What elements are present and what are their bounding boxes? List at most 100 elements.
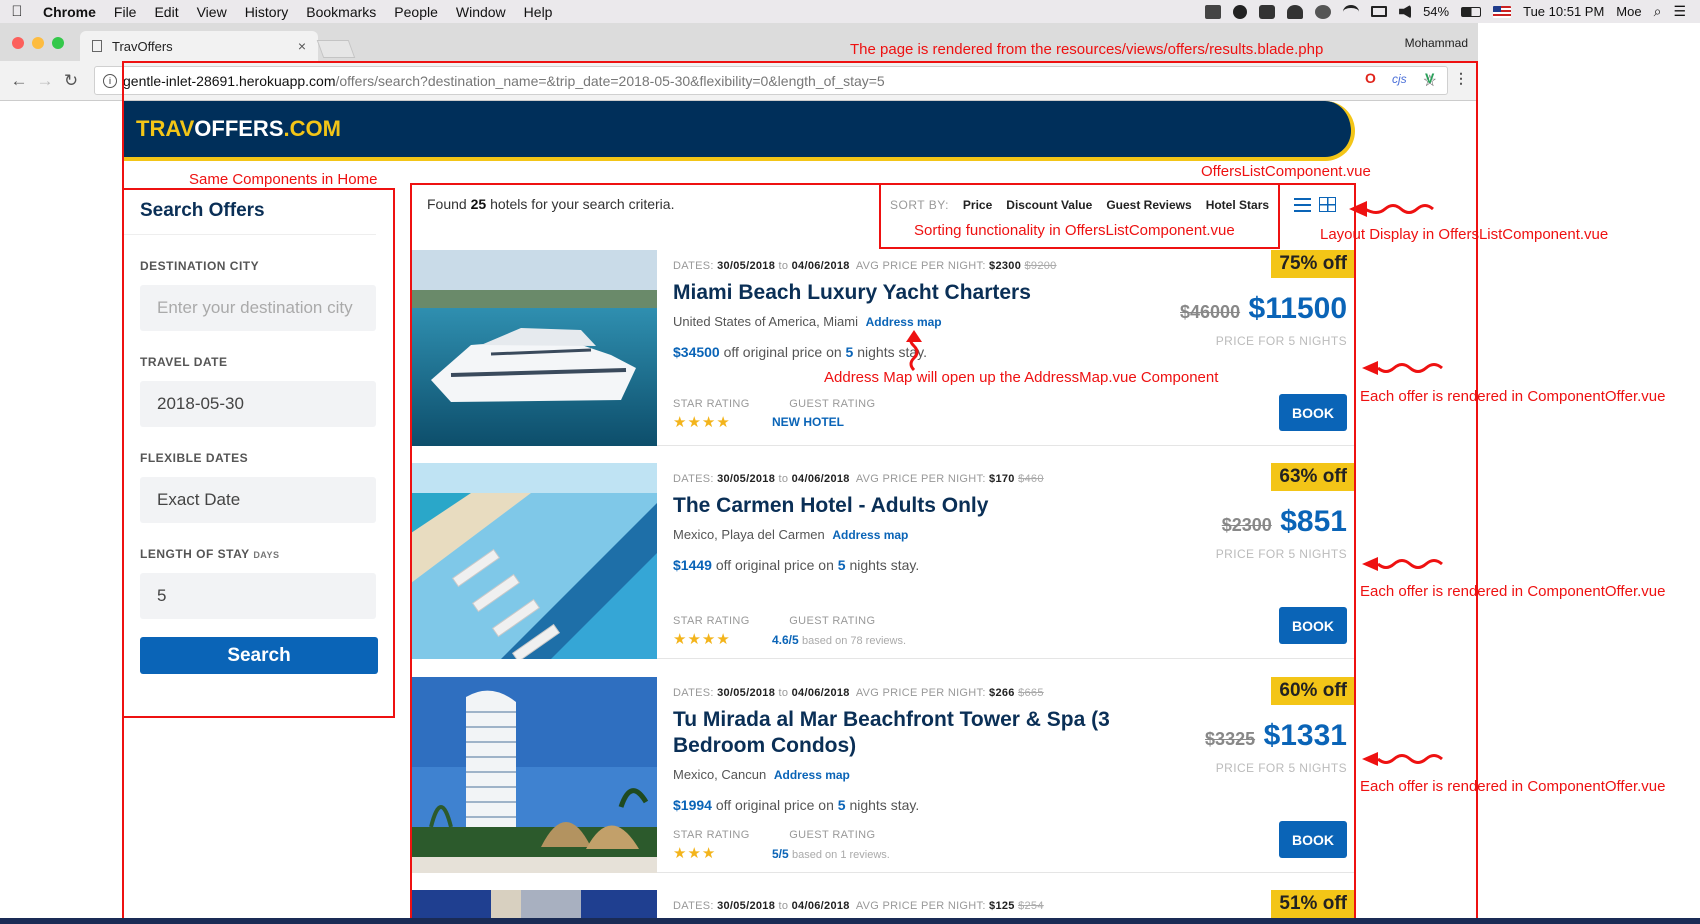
- grid-view-icon[interactable]: [1319, 197, 1336, 212]
- offer-location: United States of America, Miami Address …: [673, 314, 942, 329]
- discount-badge: 60% off: [1271, 677, 1355, 705]
- menu-history[interactable]: History: [236, 4, 298, 20]
- avg-price: $266: [989, 687, 1015, 699]
- window-controls: [12, 37, 64, 49]
- zoom-window-button[interactable]: [52, 37, 64, 49]
- guest-rating: 5/5 based on 1 reviews.: [772, 847, 890, 861]
- list-view-icon[interactable]: [1294, 197, 1311, 212]
- menu-bookmarks[interactable]: Bookmarks: [297, 4, 385, 20]
- flexible-dates-select[interactable]: Exact Date: [140, 477, 376, 523]
- book-button[interactable]: BOOK: [1279, 821, 1347, 858]
- savings-nights: 5: [845, 344, 854, 360]
- destination-input[interactable]: Enter your destination city: [140, 285, 376, 331]
- length-of-stay-input[interactable]: 5: [140, 573, 376, 619]
- date-from: 30/05/2018: [717, 900, 776, 912]
- guest-rating: NEW HOTEL: [772, 415, 844, 429]
- old-price: $3325: [1205, 729, 1256, 749]
- status-app-icon[interactable]: [1315, 4, 1332, 19]
- profile-name[interactable]: Mohammad: [1405, 36, 1468, 50]
- avg-price: $170: [989, 473, 1015, 485]
- user-name[interactable]: Moe: [1616, 4, 1641, 19]
- sort-guest-reviews[interactable]: Guest Reviews: [1106, 198, 1191, 212]
- menu-help[interactable]: Help: [515, 4, 562, 20]
- savings-text: off original price on: [723, 344, 842, 360]
- offer-image-beach-hotel[interactable]: [411, 463, 657, 659]
- savings-text-end: nights stay.: [857, 344, 928, 360]
- offer-title[interactable]: The Carmen Hotel - Adults Only: [673, 493, 1133, 519]
- close-tab-icon[interactable]: ×: [298, 38, 306, 54]
- discount-badge: 63% off: [1271, 463, 1355, 491]
- status-app-icon[interactable]: [1205, 4, 1222, 19]
- logo-part-offers[interactable]: OFFERS: [194, 116, 283, 142]
- menu-file[interactable]: File: [105, 4, 146, 20]
- browser-tab[interactable]: TravOffers ×: [80, 31, 318, 61]
- offer-location: Mexico, Cancun Address map: [673, 767, 850, 782]
- spotlight-icon[interactable]: ⌕: [1654, 3, 1662, 20]
- sort-discount-value[interactable]: Discount Value: [1006, 198, 1092, 212]
- sort-hotel-stars[interactable]: Hotel Stars: [1206, 198, 1269, 212]
- menu-people[interactable]: People: [385, 4, 447, 20]
- opera-extension-icon[interactable]: O: [1365, 70, 1376, 86]
- back-icon[interactable]: ←: [6, 71, 32, 91]
- savings-text-end: nights stay.: [849, 557, 920, 573]
- annotation-arrow-layout: [1349, 201, 1434, 217]
- offer-dates: DATES: 30/05/2018 to 04/06/2018 AVG PRIC…: [673, 900, 1044, 912]
- battery-icon[interactable]: [1461, 6, 1482, 17]
- menu-edit[interactable]: Edit: [145, 4, 187, 20]
- date-from: 30/05/2018: [717, 473, 776, 485]
- sort-price[interactable]: Price: [963, 198, 992, 212]
- apple-icon[interactable]: : [0, 3, 34, 20]
- guest-rating-value: 4.6/5: [772, 633, 799, 647]
- close-window-button[interactable]: [12, 37, 24, 49]
- old-price: $2300: [1221, 515, 1272, 535]
- found-prefix: Found: [427, 196, 467, 212]
- offer-savings: $1994 off original price on 5 nights sta…: [673, 797, 919, 813]
- guest-rating-value: 5/5: [772, 847, 789, 861]
- offer-card: DATES: 30/05/2018 to 04/06/2018 AVG PRIC…: [411, 463, 1355, 659]
- layout-toggle: [1294, 197, 1336, 212]
- chrome-menu-icon[interactable]: ⋮: [1454, 70, 1468, 87]
- offer-image-yacht[interactable]: [411, 250, 657, 446]
- logo-part-com[interactable]: .COM: [284, 116, 341, 142]
- offer-title[interactable]: Tu Mirada al Mar Beachfront Tower & Spa …: [673, 707, 1133, 759]
- address-map-link[interactable]: Address map: [774, 768, 850, 782]
- logo-part-trav[interactable]: TRAV: [136, 116, 194, 142]
- savings-text-end: nights stay.: [849, 797, 920, 813]
- status-app-icon[interactable]: [1233, 4, 1248, 19]
- location-text: Mexico, Cancun: [673, 767, 767, 782]
- minimize-window-button[interactable]: [32, 37, 44, 49]
- forward-icon[interactable]: →: [32, 71, 58, 91]
- status-app-icon[interactable]: [1287, 4, 1304, 19]
- sort-bar: SORT BY: Price Discount Value Guest Revi…: [890, 198, 1269, 212]
- book-button[interactable]: BOOK: [1279, 607, 1347, 644]
- offer-title[interactable]: Miami Beach Luxury Yacht Charters: [673, 280, 1133, 306]
- menu-chrome[interactable]: Chrome: [34, 4, 105, 20]
- address-map-link[interactable]: Address map: [832, 528, 908, 542]
- menu-view[interactable]: View: [188, 4, 236, 20]
- wifi-icon[interactable]: [1343, 4, 1360, 19]
- status-app-icon[interactable]: [1259, 4, 1276, 19]
- reload-icon[interactable]: ↻: [58, 71, 84, 91]
- annotation-arrow-offer-3: [1362, 752, 1443, 766]
- info-icon[interactable]: i: [103, 73, 117, 88]
- address-bar[interactable]: i gentle-inlet-28691.herokuapp.com /offe…: [94, 66, 1448, 95]
- annotation-arrow-offer-1: [1362, 361, 1443, 375]
- search-button[interactable]: Search: [140, 637, 378, 674]
- clock[interactable]: Tue 10:51 PM: [1523, 4, 1604, 19]
- offer-image-tower[interactable]: [411, 677, 657, 873]
- cjs-extension-icon[interactable]: cjs: [1392, 72, 1407, 86]
- guest-rating: 4.6/5 based on 78 reviews.: [772, 633, 906, 647]
- menu-window[interactable]: Window: [447, 4, 515, 20]
- vue-devtools-icon[interactable]: V: [1425, 70, 1434, 86]
- avg-price-label: AVG PRICE PER NIGHT:: [855, 900, 986, 912]
- flag-icon[interactable]: [1493, 5, 1512, 18]
- length-of-stay-label-text: LENGTH OF STAY: [140, 547, 250, 561]
- book-button[interactable]: BOOK: [1279, 394, 1347, 431]
- new-tab-button[interactable]: [316, 40, 356, 58]
- travel-date-input[interactable]: 2018-05-30: [140, 381, 376, 427]
- volume-icon[interactable]: [1399, 4, 1412, 19]
- battery-percent: 54%: [1423, 4, 1450, 19]
- airplay-icon[interactable]: [1371, 6, 1388, 17]
- address-map-link[interactable]: Address map: [866, 315, 942, 329]
- notification-center-icon[interactable]: ☰: [1673, 3, 1686, 20]
